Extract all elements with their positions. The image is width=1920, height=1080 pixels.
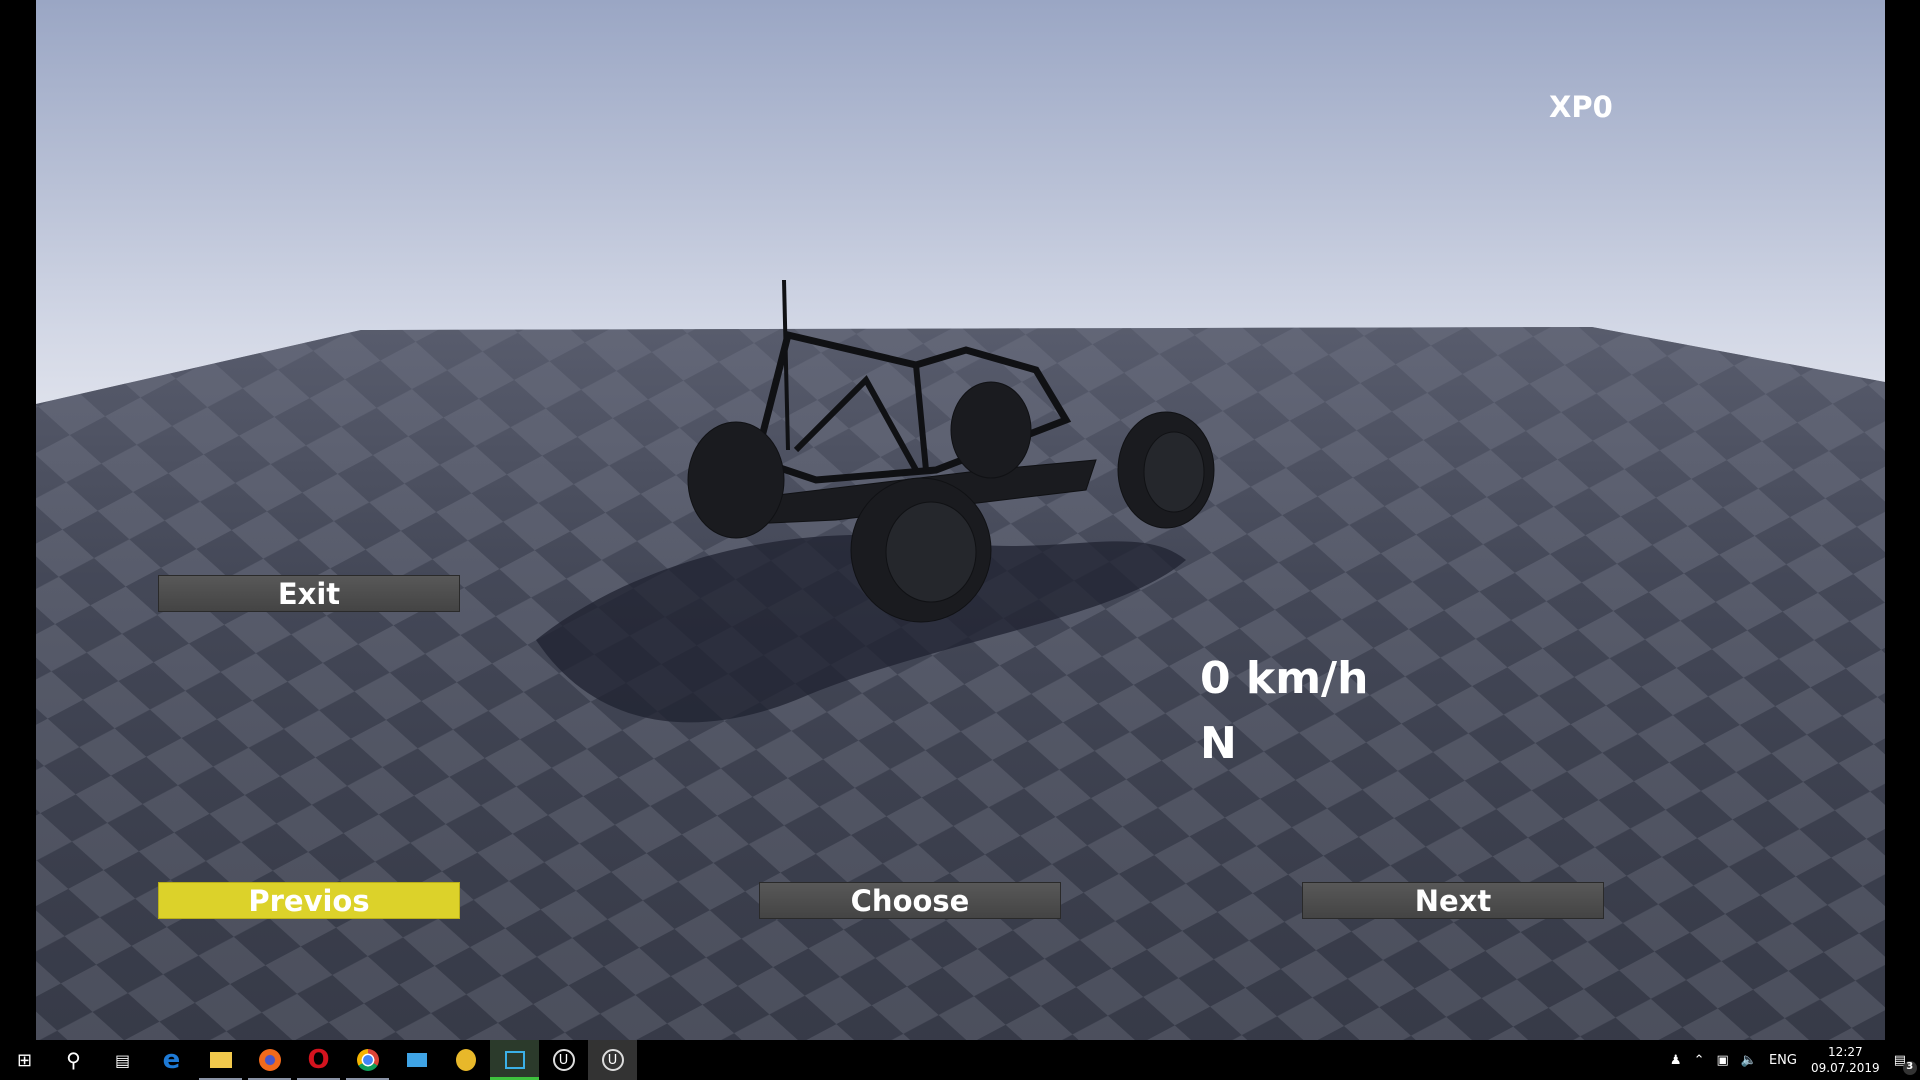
exit-button[interactable]: Exit (158, 575, 460, 612)
windows-taskbar: ⊞ ⚲ ▤ e O U U ♟ ⌃ ▣ 🔈 ENG 12:27 09.07.20… (0, 1040, 1920, 1080)
game-viewport: XP0 0 km/h N Exit Previos Choose Next (36, 0, 1885, 1040)
volume-icon[interactable]: 🔈 (1741, 1053, 1757, 1068)
video-editor-icon[interactable] (490, 1040, 539, 1080)
notification-count: 3 (1902, 1060, 1917, 1075)
clock[interactable]: 12:27 09.07.2019 (1811, 1044, 1880, 1076)
laptop-app-icon[interactable] (392, 1040, 441, 1080)
opera-icon[interactable]: O (294, 1040, 343, 1080)
network-icon[interactable]: ▣ (1716, 1053, 1728, 1068)
previous-button[interactable]: Previos (158, 882, 460, 919)
people-icon[interactable]: ♟ (1670, 1053, 1682, 1068)
file-explorer-icon[interactable] (196, 1040, 245, 1080)
next-button[interactable]: Next (1302, 882, 1604, 919)
show-hidden-icons-icon[interactable]: ⌃ (1694, 1053, 1705, 1068)
edge-icon[interactable]: e (147, 1040, 196, 1080)
task-view-icon[interactable]: ▤ (98, 1040, 147, 1080)
unreal-engine-icon-active[interactable]: U (588, 1040, 637, 1080)
firefox-icon[interactable] (245, 1040, 294, 1080)
choose-button[interactable]: Choose (759, 882, 1061, 919)
start-icon[interactable]: ⊞ (0, 1040, 49, 1080)
xp-counter: XP0 (1549, 90, 1613, 124)
language-indicator[interactable]: ENG (1769, 1053, 1797, 1068)
system-tray: ♟ ⌃ ▣ 🔈 ENG 12:27 09.07.2019 ▤ 3 (1664, 1040, 1920, 1080)
clock-date: 09.07.2019 (1810, 1061, 1880, 1075)
gear-readout: N (1200, 718, 1237, 769)
search-icon[interactable]: ⚲ (49, 1040, 98, 1080)
unreal-engine-icon[interactable]: U (539, 1040, 588, 1080)
fl-studio-icon[interactable] (441, 1040, 490, 1080)
action-center-icon[interactable]: ▤ 3 (1894, 1053, 1917, 1075)
chrome-icon[interactable] (343, 1040, 392, 1080)
clock-time: 12:27 (1828, 1045, 1863, 1059)
speed-readout: 0 km/h (1200, 653, 1369, 704)
